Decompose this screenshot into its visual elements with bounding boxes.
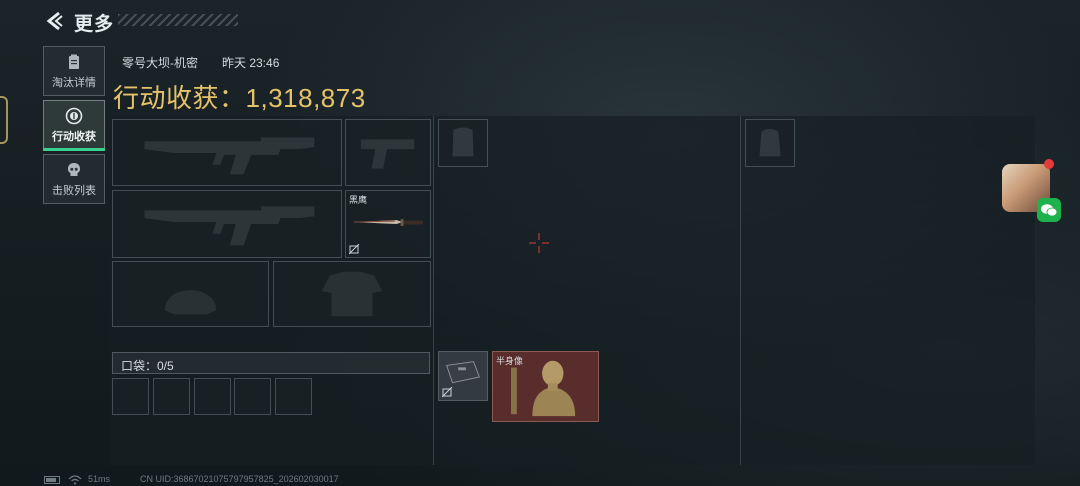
primary-weapon-slot[interactable] (112, 119, 342, 186)
side-bracket-decoration (0, 96, 8, 144)
battery-icon (44, 476, 60, 484)
haul-value: 1,318,873 (245, 83, 366, 113)
notification-dot (1044, 159, 1054, 169)
clipboard-icon (69, 54, 79, 69)
tab-operation-haul[interactable]: 行动收获 (43, 100, 105, 150)
sidearm-slot[interactable] (345, 119, 431, 186)
pistol-silhouette-icon (360, 139, 415, 169)
wechat-icon (1041, 204, 1058, 217)
pocket-slot[interactable] (275, 378, 312, 415)
backpack-slot[interactable] (745, 119, 795, 167)
haul-label: 行动收获： (113, 83, 246, 113)
loot-item-case[interactable] (438, 351, 488, 401)
melee-slot[interactable]: 黑鹰 (345, 190, 431, 258)
rifle-silhouette-icon (144, 137, 315, 175)
tab-defeat-list[interactable]: 击败列表 (43, 154, 105, 204)
armor-slot[interactable] (273, 261, 431, 327)
chest-rig-silhouette-icon (452, 127, 474, 157)
pocket-label: 口袋：0/5 (121, 359, 174, 373)
page-title: 更多 (74, 14, 115, 35)
user-uid: CN UID:36867021075797957825_202602030017 (140, 474, 339, 484)
pocket-slot[interactable] (153, 378, 190, 415)
panel-divider (740, 116, 741, 465)
wechat-button[interactable] (1037, 198, 1061, 222)
back-arrow-icon[interactable] (44, 10, 66, 32)
map-name: 零号大坝-机密 (122, 56, 198, 70)
secondary-weapon-slot[interactable] (112, 190, 342, 258)
no-insurance-icon (349, 244, 360, 255)
backpack-silhouette-icon (759, 129, 781, 157)
pocket-slot[interactable] (112, 378, 149, 415)
pocket-slot[interactable] (234, 378, 271, 415)
pocket-header: 口袋：0/5 (112, 352, 430, 374)
operation-haul: 行动收获：1,318,873 (113, 78, 366, 115)
crosshair-icon (529, 233, 549, 253)
tab-elimination-details[interactable]: 淘汰详情 (43, 46, 105, 96)
active-tab-indicator (43, 148, 105, 151)
tab-label: 行动收获 (52, 131, 96, 143)
no-insurance-icon (442, 387, 453, 398)
skull-icon (68, 163, 80, 176)
pocket-slot[interactable] (194, 378, 231, 415)
tab-label: 淘汰详情 (52, 77, 96, 89)
tab-label: 击败列表 (52, 185, 96, 197)
wifi-icon (68, 475, 82, 485)
coin-icon (65, 107, 83, 125)
loot-item-bust[interactable]: 半身像 (492, 351, 599, 422)
chest-rig-slot[interactable] (438, 119, 488, 167)
ping-readout: 51ms (88, 474, 111, 484)
bust-statue-icon (511, 360, 576, 417)
panel-divider (433, 116, 434, 465)
helmet-slot[interactable] (112, 261, 269, 327)
rifle-silhouette-icon (144, 206, 315, 246)
helmet-silhouette-icon (164, 290, 217, 315)
match-time: 昨天 23:46 (222, 56, 280, 70)
title-decoration (118, 14, 238, 26)
armor-silhouette-icon (321, 271, 383, 317)
